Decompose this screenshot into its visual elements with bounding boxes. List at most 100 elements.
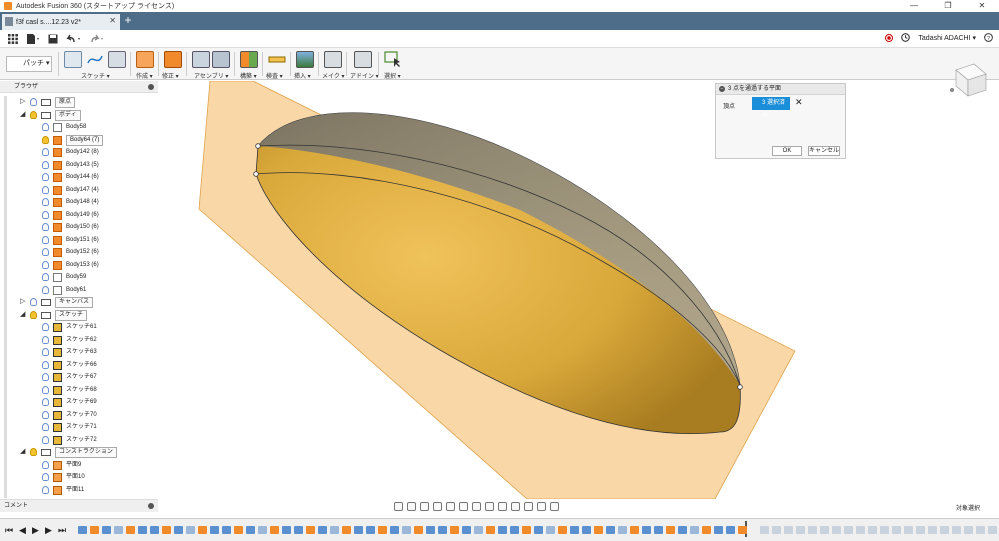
timeline-suppressed-feature-icon[interactable] [952, 526, 961, 534]
tree-node-sketches[interactable]: ◢ スケッチ [20, 309, 88, 321]
tree-item-body[interactable]: Body149 (6) [40, 209, 99, 221]
tree-item-sketch[interactable]: スケッチ66 [40, 359, 97, 371]
visibility-bulb-icon[interactable] [42, 373, 49, 381]
create-patch-icon[interactable] [136, 51, 154, 68]
vertex-point[interactable] [253, 171, 259, 177]
timeline-feature-icon[interactable] [642, 526, 651, 534]
timeline-feature-icon[interactable] [462, 526, 471, 534]
tree-item-sketch[interactable]: スケッチ72 [40, 434, 97, 446]
tree-item-plane[interactable]: 平面10 [40, 471, 85, 483]
visibility-bulb-icon[interactable] [42, 136, 49, 144]
tree-item-sketch[interactable]: スケッチ69 [40, 396, 97, 408]
select-icon[interactable] [384, 51, 402, 68]
timeline-suppressed-feature-icon[interactable] [868, 526, 877, 534]
timeline-feature-icon[interactable] [654, 526, 663, 534]
group-construct[interactable]: 構築 ▾ [240, 71, 257, 80]
tree-item-sketch[interactable]: スケッチ62 [40, 334, 97, 346]
tree-item-sketch[interactable]: スケッチ71 [40, 421, 97, 433]
timeline-suppressed-feature-icon[interactable] [976, 526, 985, 534]
timeline-last-icon[interactable]: ⏭ [58, 525, 66, 536]
tree-item-body[interactable]: Body150 (6) [40, 221, 99, 233]
collapse-arrow-icon[interactable]: ◢ [20, 309, 28, 321]
timeline-feature-icon[interactable] [606, 526, 615, 534]
tree-node-canvas[interactable]: ▷ キャンバス [20, 296, 94, 308]
help-icon[interactable]: ? [984, 33, 993, 42]
visibility-bulb-icon[interactable] [30, 111, 37, 119]
pan-icon[interactable] [420, 502, 429, 511]
timeline-suppressed-feature-icon[interactable] [796, 526, 805, 534]
construct-plane-icon[interactable] [240, 51, 258, 68]
timeline-feature-icon[interactable] [162, 526, 171, 534]
maximize-button[interactable]: ❐ [931, 0, 965, 12]
visibility-bulb-icon[interactable] [42, 336, 49, 344]
timeline-feature-icon[interactable] [438, 526, 447, 534]
user-menu[interactable]: Tadashi ADACHI ▾ [918, 34, 976, 42]
zoom-icon[interactable] [433, 502, 442, 511]
tree-item-sketch[interactable]: スケッチ67 [40, 371, 97, 383]
timeline-feature-icon[interactable] [534, 526, 543, 534]
rectangle-icon[interactable] [108, 51, 126, 68]
tree-item-body[interactable]: Body153 (6) [40, 259, 99, 271]
tree-node-origin[interactable]: ▷ 原点 [20, 96, 76, 108]
app-grid-icon[interactable] [8, 33, 18, 44]
tree-item-body[interactable]: Body59 [40, 271, 86, 283]
timeline-suppressed-feature-icon[interactable] [892, 526, 901, 534]
timeline-feature-icon[interactable] [318, 526, 327, 534]
tree-item-plane[interactable]: 平面9 [40, 459, 81, 471]
visibility-bulb-icon[interactable] [42, 361, 49, 369]
timeline-suppressed-feature-icon[interactable] [928, 526, 937, 534]
timeline-feature-icon[interactable] [186, 526, 195, 534]
timeline-suppressed-feature-icon[interactable] [844, 526, 853, 534]
tree-node-construction[interactable]: ◢ コンストラクション [20, 446, 117, 458]
shaded-view-icon[interactable] [498, 502, 507, 511]
group-addins[interactable]: アドイン ▾ [350, 71, 379, 80]
visibility-bulb-icon[interactable] [42, 161, 49, 169]
visibility-bulb-icon[interactable] [42, 148, 49, 156]
timeline-feature-icon[interactable] [714, 526, 723, 534]
tree-item-body[interactable]: Body151 (6) [40, 234, 99, 246]
object-visibility-icon[interactable] [550, 502, 559, 511]
group-create[interactable]: 作成 ▾ [136, 71, 153, 80]
timeline-feature-icon[interactable] [402, 526, 411, 534]
timeline-feature-icon[interactable] [450, 526, 459, 534]
group-make[interactable]: メイク ▾ [322, 71, 345, 80]
timeline-feature-icon[interactable] [246, 526, 255, 534]
tree-item-body[interactable]: Body64 (7) [40, 134, 104, 146]
group-assemble[interactable]: アセンブリ ▾ [194, 71, 228, 80]
visibility-bulb-icon[interactable] [42, 436, 49, 444]
timeline-feature-icon[interactable] [390, 526, 399, 534]
vertex-point[interactable] [255, 143, 261, 149]
timeline-feature-icon[interactable] [126, 526, 135, 534]
timeline-suppressed-feature-icon[interactable] [820, 526, 829, 534]
timeline-feature-icon[interactable] [234, 526, 243, 534]
group-select[interactable]: 選択 ▾ [384, 71, 401, 80]
scripts-addins-icon[interactable] [354, 51, 372, 68]
timeline-play-icon[interactable]: ▶ [32, 525, 39, 536]
collapse-arrow-icon[interactable]: ◢ [20, 446, 28, 458]
points-selection-button[interactable]: 3 選択済み [752, 97, 790, 119]
insert-image-icon[interactable] [296, 51, 314, 68]
orbit-icon[interactable] [394, 502, 403, 511]
modify-icon[interactable] [164, 51, 182, 68]
comments-panel[interactable]: コメント [0, 499, 158, 512]
timeline-suppressed-feature-icon[interactable] [784, 526, 793, 534]
timeline-suppressed-feature-icon[interactable] [916, 526, 925, 534]
timeline-feature-icon[interactable] [306, 526, 315, 534]
visibility-bulb-icon[interactable] [42, 411, 49, 419]
timeline-feature-icon[interactable] [582, 526, 591, 534]
visibility-bulb-icon[interactable] [42, 273, 49, 281]
display-settings-icon[interactable] [459, 502, 468, 511]
timeline-prev-icon[interactable]: ◀ [19, 525, 26, 536]
effects-icon[interactable] [537, 502, 546, 511]
close-tab-icon[interactable]: ✕ [109, 16, 116, 25]
timeline-first-icon[interactable]: ⏮ [5, 525, 13, 536]
timeline-feature-icon[interactable] [102, 526, 111, 534]
measure-icon[interactable] [268, 51, 286, 68]
look-at-icon[interactable] [407, 502, 416, 511]
visibility-bulb-icon[interactable] [42, 261, 49, 269]
undo-icon[interactable] [66, 34, 82, 44]
tree-item-plane[interactable]: 平面11 [40, 484, 84, 496]
browser-pin-icon[interactable] [148, 84, 154, 90]
timeline-feature-icon[interactable] [78, 526, 87, 534]
tree-item-body[interactable]: Body61 [40, 284, 86, 296]
